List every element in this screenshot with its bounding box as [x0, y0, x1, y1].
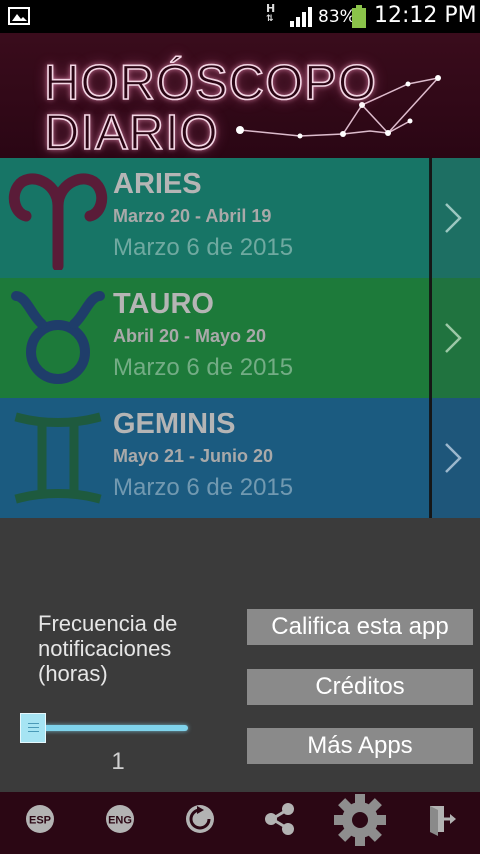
exit-icon: [430, 806, 456, 836]
language-eng-button[interactable]: ENG: [80, 792, 160, 854]
language-esp-icon: ESP: [26, 805, 54, 833]
language-eng-icon: ENG: [106, 805, 134, 833]
share-icon: [265, 803, 294, 835]
share-button[interactable]: [240, 792, 320, 854]
credits-button[interactable]: Créditos: [247, 669, 473, 705]
rate-app-button[interactable]: Califica esta app: [247, 609, 473, 645]
header-title-line2: DIARIO: [43, 105, 219, 158]
settings-button[interactable]: [320, 792, 400, 854]
sign-main-aries[interactable]: ARIES Marzo 20 - Abril 19 Marzo 6 de 201…: [0, 158, 430, 278]
frequency-slider-track[interactable]: [24, 725, 188, 731]
sign-name: TAURO: [113, 288, 214, 320]
open-geminis-button[interactable]: [432, 398, 480, 518]
sign-main-tauro[interactable]: TAURO Abril 20 - Mayo 20 Marzo 6 de 2015: [0, 278, 430, 398]
sign-row-geminis[interactable]: GEMINIS Mayo 21 - Junio 20 Marzo 6 de 20…: [0, 398, 480, 518]
notification-frequency-label: Frecuencia de notificaciones (horas): [38, 611, 178, 686]
network-type-indicator: H ⇅: [266, 2, 276, 24]
svg-text:ESP: ESP: [29, 815, 51, 827]
sign-current-date: Marzo 6 de 2015: [113, 234, 294, 261]
battery-icon: [352, 5, 366, 28]
open-aries-button[interactable]: [432, 158, 480, 278]
sign-row-aries[interactable]: ARIES Marzo 20 - Abril 19 Marzo 6 de 201…: [0, 158, 480, 278]
settings-panel: Frecuencia de notificaciones (horas) 1 C…: [0, 518, 480, 792]
chevron-right-icon: [445, 203, 462, 233]
frequency-value: 1: [111, 748, 125, 775]
sign-row-tauro[interactable]: TAURO Abril 20 - Mayo 20 Marzo 6 de 2015: [0, 278, 480, 398]
sign-current-date: Marzo 6 de 2015: [113, 354, 294, 381]
signal-icon: [290, 7, 312, 27]
exit-button[interactable]: [400, 792, 480, 854]
open-tauro-button[interactable]: [432, 278, 480, 398]
svg-text:ENG: ENG: [108, 815, 132, 827]
sign-current-date: Marzo 6 de 2015: [113, 474, 294, 501]
chevron-right-icon: [445, 323, 462, 353]
status-bar: H ⇅ 83% 12:12 PM: [0, 0, 480, 33]
gemini-icon: [14, 412, 102, 504]
taurus-icon: [11, 291, 105, 384]
sign-name: ARIES: [113, 168, 202, 200]
sign-date-range: Abril 20 - Mayo 20: [113, 326, 267, 346]
more-apps-button[interactable]: Más Apps: [247, 728, 473, 764]
frequency-slider-thumb[interactable]: [20, 713, 46, 743]
refresh-button[interactable]: [160, 792, 240, 854]
bottom-toolbar: ESP ENG: [0, 792, 480, 854]
slider-grip-icon: [28, 723, 39, 733]
clock: 12:12 PM: [374, 3, 477, 28]
sign-name: GEMINIS: [113, 408, 236, 440]
refresh-icon: [186, 805, 214, 833]
sign-date-range: Marzo 20 - Abril 19: [113, 206, 272, 226]
sign-main-geminis[interactable]: GEMINIS Mayo 21 - Junio 20 Marzo 6 de 20…: [0, 398, 430, 518]
settings-gear-icon: [334, 794, 386, 846]
header-title-line1: HORÓSCOPO: [43, 55, 377, 111]
app-header: HORÓSCOPO DIARIO: [0, 33, 480, 158]
chevron-right-icon: [445, 443, 462, 473]
sign-date-range: Mayo 21 - Junio 20: [113, 446, 274, 466]
gallery-notification-icon: [8, 7, 30, 25]
aries-icon: [8, 173, 108, 270]
language-esp-button[interactable]: ESP: [0, 792, 80, 854]
